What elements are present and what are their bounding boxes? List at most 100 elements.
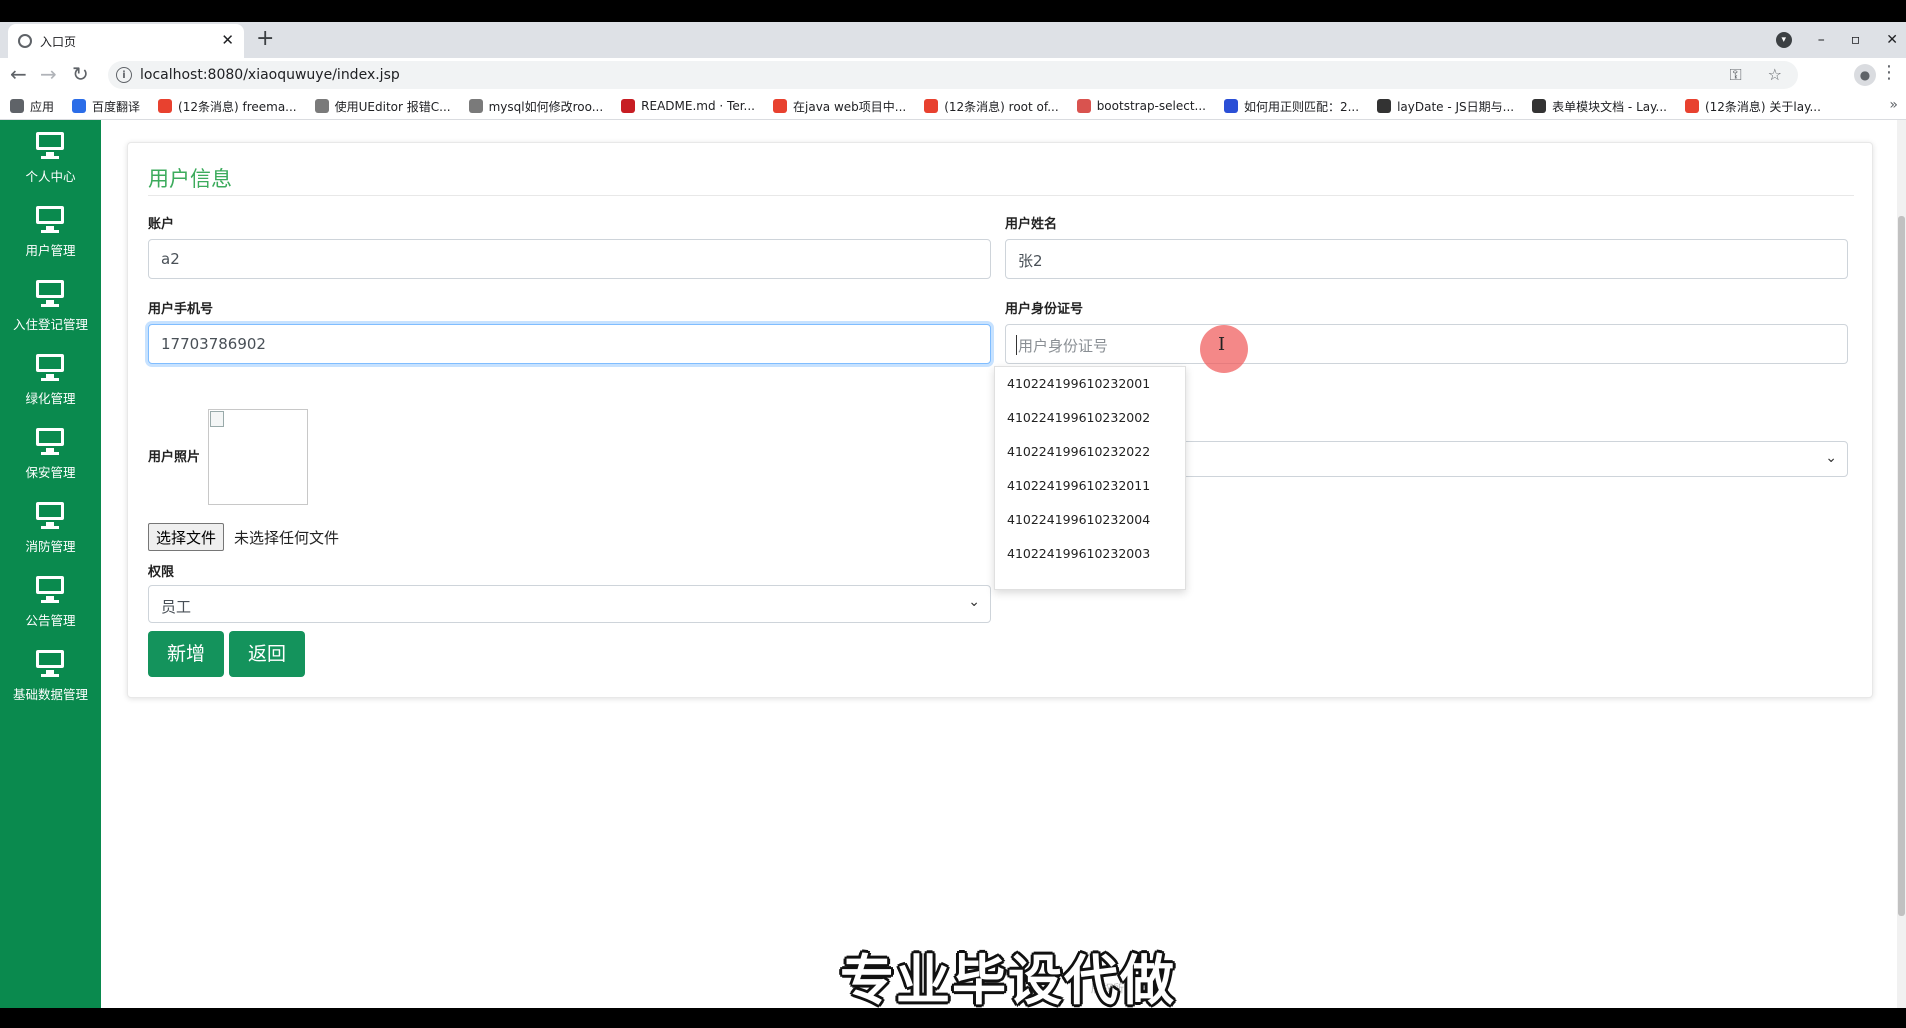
bookmark-favicon-icon <box>924 99 939 113</box>
submit-button[interactable]: 新增 <box>148 631 224 677</box>
scrollbar-thumb[interactable] <box>1898 216 1905 916</box>
monitor-icon <box>36 206 64 233</box>
sidebar-item-label: 基础数据管理 <box>12 687 88 702</box>
bookmark-item[interactable]: 在java web项目中... <box>773 98 906 115</box>
sidebar-item-user-management[interactable]: 用户管理 <box>0 194 101 266</box>
address-bar-row: ← → ↻ i localhost:8080/xiaoquwuye/index.… <box>0 58 1906 92</box>
bookmark-item[interactable]: 如何用正则匹配：2... <box>1223 98 1359 115</box>
id-card-autocomplete: 410224199610232001 410224199610232002 4102… <box>994 366 1186 590</box>
bookmark-item[interactable]: (12条消息) freema... <box>158 98 297 115</box>
monitor-icon <box>36 354 64 381</box>
tab-search-icon[interactable]: ▾ <box>1775 32 1792 48</box>
scrollbar[interactable] <box>1897 120 1906 1008</box>
omnibox-actions: ⚿ ☆ <box>1729 65 1782 85</box>
sidebar-item-checkin-management[interactable]: 入住登记管理 <box>0 268 101 340</box>
bookmark-label: bootstrap-select... <box>1096 99 1206 113</box>
back-arrow-icon[interactable]: ← <box>10 62 27 86</box>
id-card-input[interactable]: 用户身份证号 <box>1005 324 1848 364</box>
autocomplete-option[interactable]: 410224199610232011 <box>995 469 1185 503</box>
bookmark-item[interactable]: bootstrap-select... <box>1076 99 1206 113</box>
card-title: 用户信息 <box>148 167 232 191</box>
file-status: 未选择任何文件 <box>234 529 340 547</box>
bookmark-favicon-icon <box>621 99 636 113</box>
bookmark-favicon-icon <box>314 99 329 113</box>
bookmark-star-icon[interactable]: ☆ <box>1768 65 1782 85</box>
account-icon[interactable]: ● <box>1854 64 1876 86</box>
bookmark-item[interactable]: 使用UEditor 报错C... <box>314 98 451 115</box>
bookmarks-list: 应用 百度翻译 (12条消息) freema... 使用UEditor 报错C... m… <box>10 92 1821 120</box>
sidebar-item-greening-management[interactable]: 绿化管理 <box>0 342 101 414</box>
monitor-icon <box>36 428 64 455</box>
globe-icon <box>18 34 32 48</box>
bookmark-label: 应用 <box>30 99 55 114</box>
sidebar-item-fire-management[interactable]: 消防管理 <box>0 490 101 562</box>
name-input[interactable]: 张2 <box>1005 239 1848 279</box>
autocomplete-option[interactable]: 410224199610232022 <box>995 435 1185 469</box>
autocomplete-option[interactable]: 410224199610232004 <box>995 503 1185 537</box>
bookmarks-more-icon[interactable]: » <box>1889 97 1898 113</box>
role-value: 员工 <box>161 598 192 616</box>
key-icon[interactable]: ⚿ <box>1729 65 1741 85</box>
reload-icon[interactable]: ↻ <box>72 62 89 86</box>
sidebar-item-label: 用户管理 <box>25 243 76 258</box>
autocomplete-option[interactable]: 410224199610232003 <box>995 537 1185 571</box>
sidebar-item-notice-management[interactable]: 公告管理 <box>0 564 101 636</box>
site-info-icon[interactable]: i <box>116 67 132 83</box>
window-controls: ▾ – ▫ ✕ <box>1775 22 1898 58</box>
chevron-down-icon: ⌄ <box>968 594 980 610</box>
bookmark-label: 使用UEditor 报错C... <box>334 99 451 114</box>
restore-button[interactable]: ▫ <box>1851 32 1861 48</box>
bookmark-favicon-icon <box>1532 99 1547 113</box>
chevron-down-icon: ⌄ <box>1825 450 1837 466</box>
phone-input[interactable]: 17703786902 <box>148 324 991 364</box>
bookmark-label: (12条消息) root of... <box>944 99 1059 114</box>
forward-arrow-icon[interactable]: → <box>40 62 57 86</box>
bookmark-label: mysql如何修改roo... <box>488 99 604 114</box>
sidebar-item-basic-data-management[interactable]: 基础数据管理 <box>0 638 101 710</box>
account-input[interactable]: a2 <box>148 239 991 279</box>
role-select[interactable]: 员工 ⌄ <box>148 585 991 623</box>
photo-label: 用户照片 <box>148 450 201 465</box>
choose-file-button[interactable]: 选择文件 <box>148 523 225 551</box>
photo-preview <box>208 409 308 505</box>
bookmark-label: 表单模块文档 - Lay... <box>1552 99 1667 114</box>
bookmark-item[interactable]: README.md · Ter... <box>621 99 755 113</box>
new-tab-button[interactable]: + <box>256 26 274 51</box>
monitor-icon <box>36 650 64 677</box>
browser-menu-icon[interactable]: ⋮ <box>1880 62 1898 83</box>
id-card-label: 用户身份证号 <box>1005 302 1084 317</box>
url-text[interactable]: localhost:8080/xiaoquwuye/index.jsp <box>140 67 400 83</box>
bookmark-item[interactable]: 百度翻译 <box>72 98 140 115</box>
sidebar: 个人中心 用户管理 入住登记管理 绿化管理 保安管理 消防管理 公告管理 基础数… <box>0 120 101 1008</box>
close-tab-icon[interactable]: ✕ <box>221 31 234 49</box>
bookmarks-bar: 应用 百度翻译 (12条消息) freema... 使用UEditor 报错C... m… <box>0 92 1906 120</box>
autocomplete-option[interactable]: 410224199610232002 <box>995 401 1185 435</box>
bookmark-item[interactable]: 表单模块文档 - Lay... <box>1532 98 1667 115</box>
bookmark-favicon-icon <box>1377 99 1392 113</box>
bookmark-item[interactable]: (12条消息) 关于lay... <box>1684 98 1821 115</box>
autocomplete-option[interactable]: 410224199610232001 <box>995 367 1185 401</box>
monitor-icon <box>36 576 64 603</box>
bookmark-label: README.md · Ter... <box>641 99 755 113</box>
bookmark-label: (12条消息) 关于lay... <box>1704 99 1821 114</box>
sidebar-item-label: 消防管理 <box>25 539 76 554</box>
sidebar-item-personal-center[interactable]: 个人中心 <box>0 120 101 192</box>
bookmark-item[interactable]: mysql如何修改roo... <box>468 98 604 115</box>
back-button[interactable]: 返回 <box>229 631 305 677</box>
sidebar-item-security-management[interactable]: 保安管理 <box>0 416 101 488</box>
bookmark-item[interactable]: 应用 <box>10 98 54 115</box>
text-caret <box>1016 335 1017 355</box>
letterbox-top <box>0 0 1906 22</box>
bookmark-item[interactable]: (12条消息) root of... <box>924 98 1059 115</box>
close-window-button[interactable]: ✕ <box>1886 32 1898 48</box>
name-label: 用户姓名 <box>1005 217 1058 232</box>
sidebar-item-label: 绿化管理 <box>25 391 76 406</box>
minimize-button[interactable]: – <box>1818 32 1825 48</box>
bookmark-item[interactable]: layDate - JS日期与... <box>1377 98 1514 115</box>
bookmark-label: layDate - JS日期与... <box>1397 99 1515 114</box>
omnibox[interactable]: i localhost:8080/xiaoquwuye/index.jsp ⚿ … <box>108 61 1798 89</box>
bookmark-favicon-icon <box>1223 99 1238 113</box>
bookmark-favicon-icon <box>72 99 87 113</box>
browser-tab[interactable]: 入口页 ✕ <box>8 24 244 58</box>
bookmark-label: (12条消息) freema... <box>178 99 297 114</box>
